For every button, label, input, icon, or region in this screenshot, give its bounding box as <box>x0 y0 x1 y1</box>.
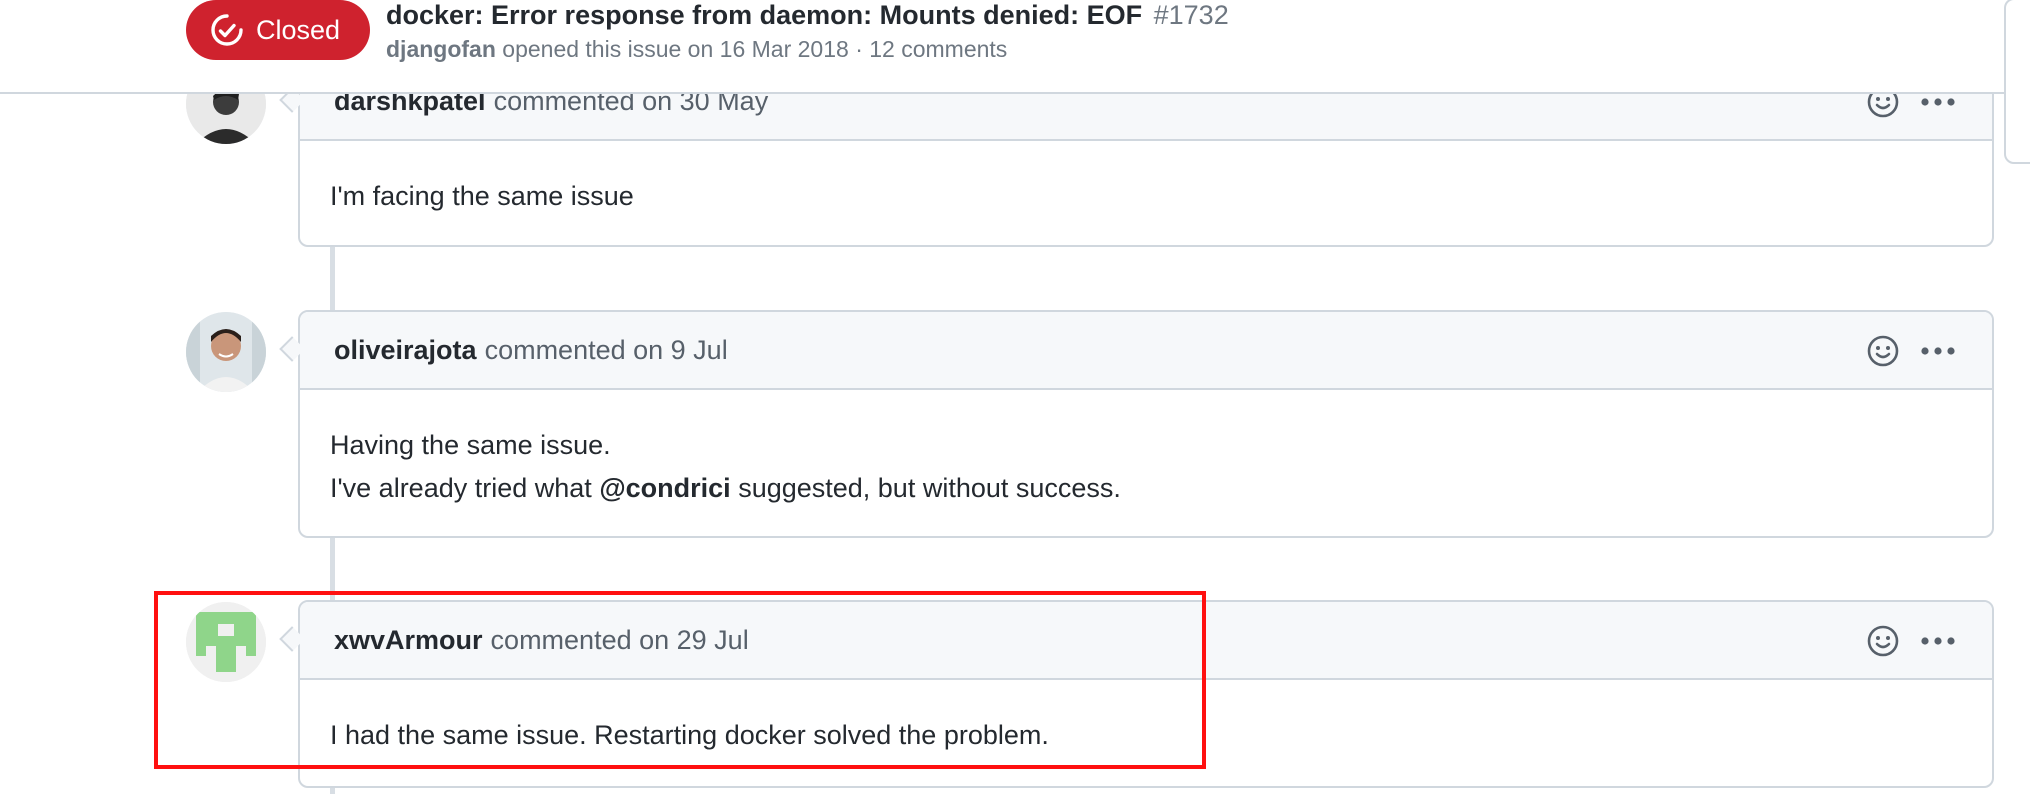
comment-text-line: Having the same issue. <box>330 430 611 460</box>
comment-text-fragment: suggested, but without success. <box>738 473 1121 503</box>
issue-state-label: Closed <box>256 14 341 45</box>
kebab-horizontal-icon[interactable] <box>1920 97 1956 107</box>
comment-body: I'm facing the same issue <box>300 141 1992 246</box>
kebab-horizontal-icon[interactable] <box>1920 636 1956 646</box>
kebab-horizontal-icon[interactable] <box>1920 346 1956 356</box>
comment-caret <box>279 336 305 362</box>
highlight-annotation <box>154 591 1206 769</box>
smiley-icon[interactable] <box>1866 624 1900 658</box>
issue-author-link[interactable]: djangofan <box>386 36 496 62</box>
user-mention-link[interactable]: @condrici <box>599 473 730 503</box>
issue-closed-icon <box>210 13 244 47</box>
sticky-issue-header: Closed docker: Error response from daemo… <box>0 0 2030 94</box>
issue-title-text: docker: Error response from daemon: Moun… <box>386 0 1143 30</box>
issue-number: #1732 <box>1153 0 1229 30</box>
comment-text-line: I've already tried what @condrici sugges… <box>330 467 1962 510</box>
comment-actions <box>1866 602 1956 680</box>
comment-text-fragment: I've already tried what <box>330 473 592 503</box>
dropdown-panel-edge <box>2004 0 2030 164</box>
issue-opened-text: opened this issue on 16 Mar 2018 · 12 co… <box>502 36 1008 62</box>
issue-state-badge: Closed <box>186 0 370 60</box>
comment-actions <box>1866 312 1956 390</box>
comment-header: oliveirajota commented on 9 Jul <box>279 312 1992 390</box>
comment-date-link[interactable]: commented on 9 Jul <box>485 335 728 366</box>
comment-text: I'm facing the same issue <box>330 181 634 211</box>
comment-box: oliveirajota commented on 9 Jul Having t… <box>279 310 1994 538</box>
comment-author-link[interactable]: oliveirajota <box>334 335 477 366</box>
issue-title: docker: Error response from daemon: Moun… <box>386 0 1229 30</box>
avatar[interactable] <box>186 312 266 392</box>
smiley-icon[interactable] <box>1866 334 1900 368</box>
issue-meta: djangofan opened this issue on 16 Mar 20… <box>386 34 1007 64</box>
comment-body: Having the same issue. I've already trie… <box>300 390 1992 538</box>
